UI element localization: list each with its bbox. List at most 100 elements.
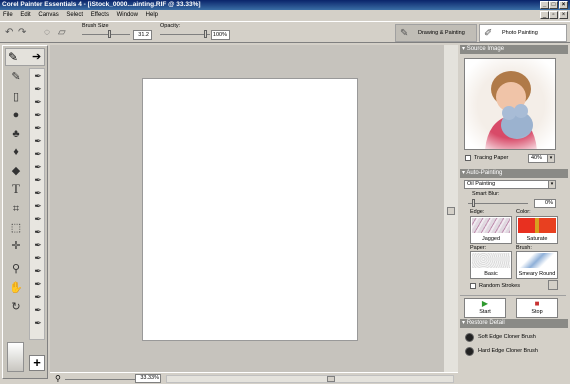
- zoom-slider[interactable]: [65, 379, 135, 380]
- brush-tool-icon[interactable]: ✎: [9, 70, 23, 84]
- drawing-canvas[interactable]: [142, 78, 358, 341]
- brush-variant-icon[interactable]: ✒: [32, 97, 44, 108]
- edge-style-button[interactable]: Jagged: [470, 216, 512, 244]
- hard-edge-cloner-icon[interactable]: [465, 347, 474, 356]
- brush-selector[interactable]: ✎ ➔: [5, 48, 45, 66]
- transform-tool-icon[interactable]: ✛: [9, 239, 23, 253]
- source-zoom-select[interactable]: 40% ▾: [528, 154, 555, 163]
- restore-detail-header[interactable]: ▾ Restore Detail: [460, 319, 568, 328]
- smart-blur-slider[interactable]: [468, 203, 528, 204]
- auto-painting-header[interactable]: ▾ Auto-Painting: [460, 169, 568, 178]
- color-swatch[interactable]: [7, 342, 24, 372]
- start-button[interactable]: ▶ Start: [464, 298, 506, 318]
- brush-variant-icon[interactable]: ✒: [32, 149, 44, 160]
- grabber-hand-icon[interactable]: ✋: [9, 281, 23, 295]
- opacity-slider[interactable]: [160, 34, 210, 35]
- maximize-icon[interactable]: □: [549, 1, 558, 9]
- rotate-page-icon[interactable]: ↻: [9, 300, 23, 314]
- tracing-paper-checkbox[interactable]: [465, 155, 471, 161]
- brush-variant-icon[interactable]: ✒: [32, 123, 44, 134]
- brush-variant-icon[interactable]: ✒: [32, 292, 44, 303]
- brush-variant-icon[interactable]: ✒: [32, 279, 44, 290]
- magnifier-icon[interactable]: ⚲: [9, 262, 23, 276]
- brush-size-slider[interactable]: [82, 34, 130, 35]
- soft-edge-cloner-label[interactable]: Soft Edge Cloner Brush: [478, 334, 536, 340]
- brush-variant-icon[interactable]: ✒: [32, 227, 44, 238]
- brush-variant-icon[interactable]: ✒: [32, 240, 44, 251]
- soft-edge-cloner-icon[interactable]: [465, 333, 474, 342]
- smart-blur-label: Smart Blur:: [472, 191, 500, 197]
- menu-select[interactable]: Select: [63, 10, 86, 21]
- menu-window[interactable]: Window: [114, 10, 141, 21]
- window-title: Corel Painter Essentials 4 - [iStock_000…: [2, 1, 201, 8]
- painting-style-select[interactable]: Oil Painting ▾: [464, 180, 556, 189]
- brush-variant-icon[interactable]: ✒: [32, 188, 44, 199]
- doc-minimize-icon[interactable]: _: [540, 11, 549, 19]
- horizontal-scroll-thumb[interactable]: [327, 376, 335, 382]
- brush-variant-icon[interactable]: ✒: [32, 71, 44, 82]
- brush-style-button[interactable]: Smeary Round: [516, 251, 558, 279]
- brush-category-arrow-icon[interactable]: ➔: [32, 50, 41, 63]
- add-brush-icon[interactable]: +: [29, 355, 45, 371]
- color-mode-button[interactable]: Saturate: [516, 216, 558, 244]
- stop-button[interactable]: ■ Stop: [516, 298, 558, 318]
- brush-variant-icon[interactable]: ✒: [32, 110, 44, 121]
- source-image-thumbnail[interactable]: [464, 58, 556, 150]
- polygon-select-icon[interactable]: ▱: [58, 27, 66, 38]
- brush-variant-icon[interactable]: ✒: [32, 201, 44, 212]
- menu-edit[interactable]: Edit: [17, 10, 33, 21]
- menu-effects[interactable]: Effects: [88, 10, 112, 21]
- crop-tool-icon[interactable]: ⌗: [9, 202, 23, 216]
- eraser-tool-icon[interactable]: ▯: [9, 90, 23, 104]
- brush-variant-icon[interactable]: ✒: [32, 214, 44, 225]
- brush-variant-icon[interactable]: ✒: [32, 266, 44, 277]
- text-tool-icon[interactable]: T: [9, 182, 23, 196]
- zoom-icon[interactable]: ⚲: [55, 374, 61, 383]
- menu-canvas[interactable]: Canvas: [35, 10, 61, 21]
- opacity-slider-thumb[interactable]: [204, 30, 207, 38]
- vertical-scrollbar[interactable]: [444, 45, 458, 372]
- horizontal-scrollbar[interactable]: [166, 375, 454, 383]
- color-label: Color:: [516, 209, 531, 215]
- brush-variant-icon[interactable]: ✒: [32, 136, 44, 147]
- random-strokes-checkbox[interactable]: [470, 283, 476, 289]
- menu-file[interactable]: File: [0, 10, 16, 21]
- hard-edge-cloner-label[interactable]: Hard Edge Cloner Brush: [478, 348, 538, 354]
- cloner-tool-icon[interactable]: ♣: [9, 127, 23, 141]
- menu-help[interactable]: Help: [143, 10, 161, 21]
- brush-variant-icon[interactable]: ✒: [32, 253, 44, 264]
- doc-close-icon[interactable]: ×: [559, 11, 568, 19]
- smart-blur-thumb[interactable]: [472, 199, 475, 207]
- brush-variant-icon[interactable]: ✒: [32, 305, 44, 316]
- redo-icon[interactable]: ↷: [18, 27, 26, 38]
- brush-variant-icon[interactable]: ✎: [8, 50, 18, 64]
- selection-tool-icon[interactable]: ⬚: [9, 221, 23, 235]
- collapse-icon: ▾: [462, 320, 466, 326]
- tab-drawing-painting[interactable]: ✎ Drawing & Painting: [395, 24, 477, 42]
- brush-size-slider-thumb[interactable]: [108, 30, 111, 38]
- opacity-field[interactable]: 100%: [211, 30, 230, 40]
- stop-icon: ■: [534, 299, 540, 308]
- paper-texture-button[interactable]: Basic: [470, 251, 512, 279]
- paint-bucket-icon[interactable]: ◆: [9, 164, 23, 178]
- vertical-scroll-thumb[interactable]: [447, 207, 455, 215]
- lasso-icon[interactable]: ◌: [44, 27, 50, 38]
- tab-photo-painting[interactable]: ✐ Photo Painting: [479, 24, 567, 42]
- dropper-tool-icon[interactable]: ●: [9, 108, 23, 122]
- brush-variant-icon[interactable]: ✒: [32, 162, 44, 173]
- source-image-header[interactable]: ▾ Source Image: [460, 45, 568, 54]
- menu-bar: File Edit Canvas Select Effects Window H…: [0, 10, 570, 21]
- random-strokes-options-button[interactable]: [548, 280, 558, 290]
- brush-variant-icon[interactable]: ✒: [32, 175, 44, 186]
- brush-size-field[interactable]: 31.2: [133, 30, 152, 40]
- close-icon[interactable]: ×: [559, 1, 568, 9]
- minimize-icon[interactable]: _: [540, 1, 549, 9]
- rubber-stamp-icon[interactable]: ♦: [9, 145, 23, 159]
- undo-icon[interactable]: ↶: [5, 27, 13, 38]
- smart-blur-field[interactable]: 0%: [534, 199, 556, 208]
- doc-restore-icon[interactable]: ▫: [549, 11, 558, 19]
- brush-size-label: Brush Size: [82, 23, 109, 29]
- zoom-field[interactable]: 33.33%: [135, 374, 161, 383]
- brush-variant-icon[interactable]: ✒: [32, 318, 44, 329]
- brush-variant-icon[interactable]: ✒: [32, 84, 44, 95]
